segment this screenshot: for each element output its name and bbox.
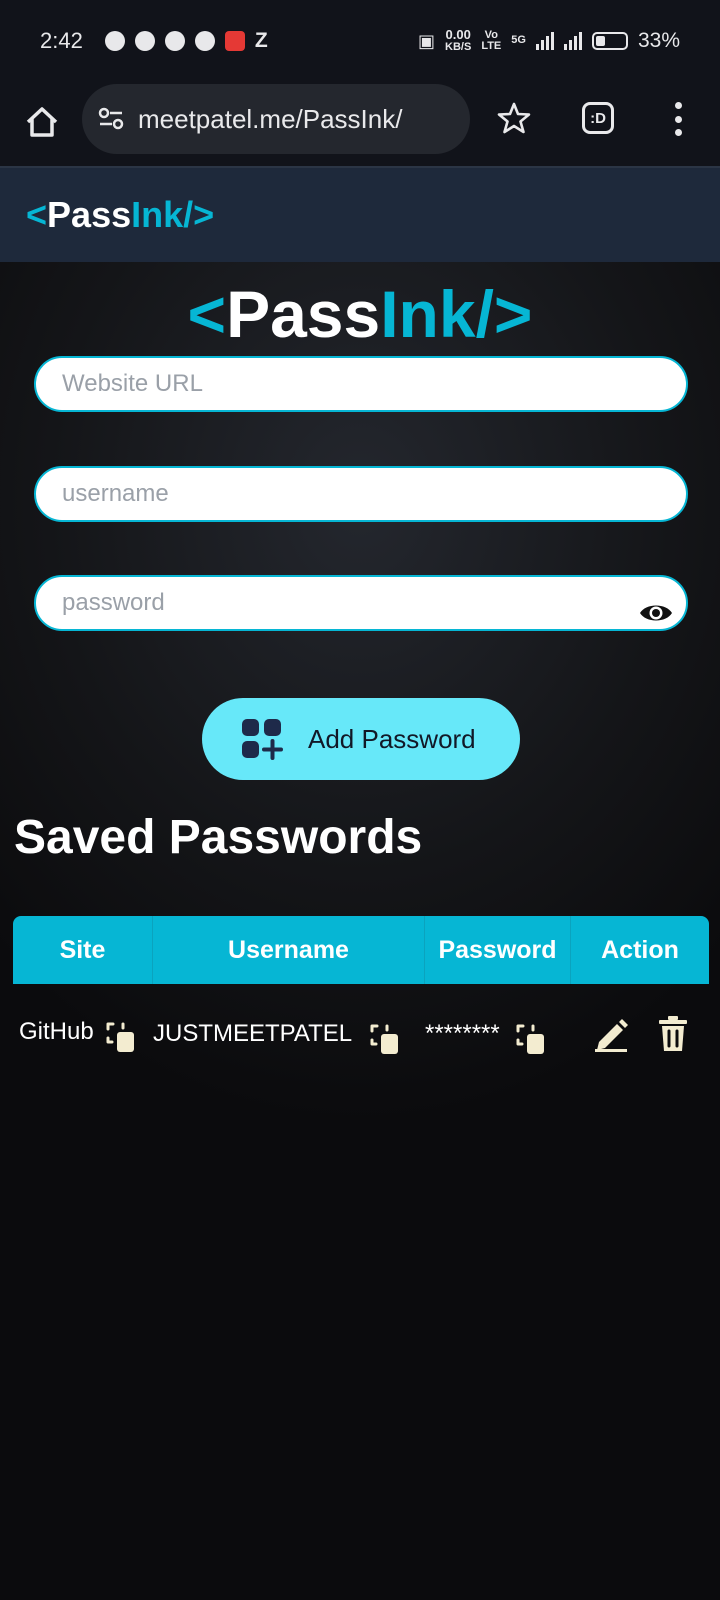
table-header: Site Username Password Action — [13, 916, 709, 984]
hero-logo: <PassInk/> — [0, 276, 720, 352]
password-value: ******** — [425, 1020, 500, 1047]
password-input[interactable] — [34, 575, 688, 631]
bookmark-star-icon[interactable] — [496, 100, 532, 136]
column-header-site: Site — [13, 916, 153, 984]
edit-pencil-icon[interactable] — [591, 1014, 631, 1054]
net-speed-unit: KB/S — [445, 41, 472, 53]
signal-icon-2 — [563, 32, 582, 50]
snapchat-notification-icon — [134, 31, 155, 51]
z-notification-icon: Z — [254, 29, 268, 52]
add-grid-icon — [242, 719, 283, 760]
hero-logo-ink: Ink — [380, 277, 476, 351]
hero-logo-close: /> — [475, 277, 533, 351]
cell-action — [571, 984, 709, 1094]
cell-site: GitHub — [13, 984, 153, 1094]
main-content: <PassInk/> Add Password Saved Passwords … — [0, 262, 720, 1600]
data-saver-icon: ▣ — [418, 30, 436, 51]
network-type: 5G — [511, 34, 526, 46]
snapchat-notification-icon — [194, 31, 215, 51]
saved-passwords-title: Saved Passwords — [14, 811, 423, 864]
overflow-menu-icon[interactable] — [668, 102, 688, 136]
table-row: GitHub JUSTMEETPATEL ******** — [13, 984, 709, 1094]
site-settings-icon[interactable] — [96, 104, 126, 134]
hero-logo-open: < — [187, 277, 227, 351]
status-time: 2:42 — [40, 28, 83, 53]
chat-notification-icon — [104, 31, 125, 51]
logo-ink-text: Ink — [131, 194, 184, 235]
snapchat-notification-icon — [164, 31, 185, 51]
copy-username-icon[interactable] — [368, 1022, 402, 1056]
address-bar[interactable]: meetpatel.me/PassInk/ — [82, 84, 470, 154]
site-value: GitHub — [19, 1018, 94, 1045]
volte-indicator: Vo LTE — [481, 30, 501, 52]
show-password-eye-icon[interactable] — [638, 598, 674, 628]
website-url-input[interactable] — [34, 356, 688, 412]
net-speed: 0.00 KB/S — [445, 27, 472, 53]
app-notification-icon — [224, 31, 245, 51]
copy-site-icon[interactable] — [104, 1020, 138, 1054]
hero-logo-pass: Pass — [226, 277, 381, 351]
tab-switcher-button[interactable]: :D — [582, 102, 614, 134]
home-icon[interactable] — [22, 102, 62, 142]
column-header-action: Action — [601, 935, 679, 964]
logo-open-bracket: < — [26, 194, 48, 235]
navbar-logo[interactable]: <PassInk/> — [26, 194, 214, 236]
site-navbar: <PassInk/> — [0, 166, 720, 262]
add-password-button[interactable]: Add Password — [202, 698, 520, 780]
passwords-table: Site Username Password Action GitHub JUS… — [13, 916, 709, 1094]
add-password-label: Add Password — [308, 723, 476, 754]
battery-icon — [591, 32, 628, 50]
notification-icons: Z — [104, 29, 268, 53]
status-right: ▣ 0.00 KB/S Vo LTE 5G 33% — [418, 27, 680, 53]
logo-pass-text: Pass — [47, 194, 132, 235]
delete-trash-icon[interactable] — [653, 1014, 693, 1054]
signal-icon — [535, 32, 554, 50]
browser-toolbar: meetpatel.me/PassInk/ :D — [0, 82, 720, 166]
battery-percent: 33% — [637, 29, 680, 52]
url-text: meetpatel.me/PassInk/ — [138, 103, 403, 134]
column-header-username: Username — [153, 916, 425, 984]
username-input[interactable] — [34, 466, 688, 522]
net-speed-value: 0.00 — [445, 27, 471, 42]
logo-close-bracket: /> — [183, 194, 215, 235]
column-header-password: Password — [425, 916, 571, 984]
username-value: JUSTMEETPATEL — [153, 1020, 353, 1047]
copy-password-icon[interactable] — [514, 1022, 548, 1056]
status-bar: 2:42 Z ▣ 0.00 KB/S Vo LTE 5G 33% — [0, 0, 720, 82]
cell-username: JUSTMEETPATEL — [153, 984, 425, 1094]
volte-bottom: LTE — [481, 40, 502, 52]
cell-password: ******** — [425, 984, 571, 1094]
